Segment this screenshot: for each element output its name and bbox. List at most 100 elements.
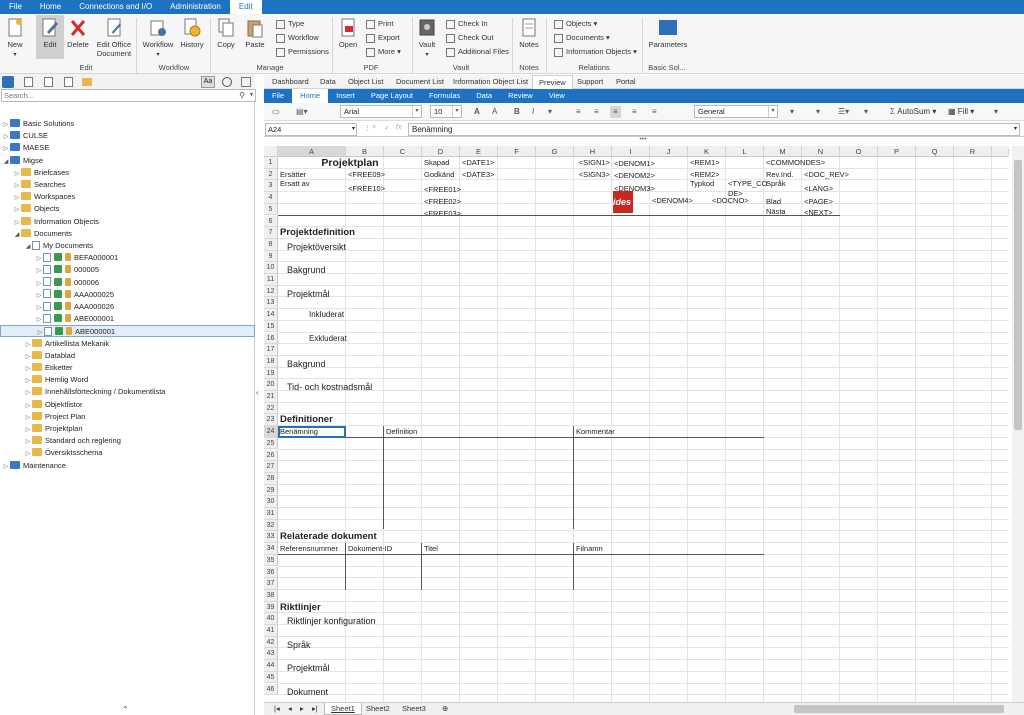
list-icon[interactable] (64, 77, 73, 87)
row-header[interactable]: 12 (264, 285, 278, 298)
row-header[interactable]: 22 (264, 402, 278, 415)
paste-button[interactable]: Paste (242, 18, 268, 49)
expand-arrow-icon[interactable]: ▷ (13, 180, 21, 192)
row-header[interactable]: 26 (264, 449, 278, 462)
expand-arrow-icon[interactable]: ▷ (24, 351, 32, 363)
search-field[interactable]: ⚲ ▾ (1, 89, 256, 102)
row-header[interactable]: 2 (264, 168, 278, 181)
tree-item[interactable]: ▷ Maintenance (0, 460, 255, 472)
column-header[interactable]: Q (916, 146, 954, 157)
formula-expand-icon[interactable]: ▾ (1014, 124, 1017, 135)
match-case-icon[interactable]: Aa (201, 76, 215, 88)
column-header[interactable]: H (574, 146, 612, 157)
ss-tab-view[interactable]: View (541, 89, 573, 103)
active-cell-selection[interactable] (278, 426, 346, 438)
expand-arrow-icon[interactable]: ▷ (35, 302, 43, 314)
decimal-icon[interactable]: ▾ (816, 106, 820, 118)
expand-arrow-icon[interactable]: ▷ (24, 400, 32, 412)
folder-icon[interactable] (82, 78, 92, 86)
tree-item[interactable]: ▷ Standard och reglering (0, 435, 255, 447)
row-header[interactable]: 23 (264, 414, 278, 427)
tree-item[interactable]: ▷ AAA000026 (0, 301, 255, 313)
ss-tab-file[interactable]: File (264, 89, 292, 103)
expand-arrow-icon[interactable]: ▷ (24, 363, 32, 375)
vertical-scroll-thumb[interactable] (1014, 160, 1022, 430)
font-size-select[interactable]: 10 ▾ (430, 105, 462, 118)
fill-button[interactable]: ▦ Fill ▾ (948, 106, 974, 118)
more-toolbar-icon[interactable]: ▾ (994, 106, 998, 118)
size-dropdown-icon[interactable]: ▾ (452, 106, 461, 117)
row-header[interactable]: 13 (264, 297, 278, 310)
sheet-tab-sheet3[interactable]: Sheet3 (396, 703, 432, 715)
type-button[interactable]: Type (276, 17, 304, 30)
row-header[interactable]: 31 (264, 508, 278, 520)
column-header[interactable]: L (726, 146, 764, 157)
tree-item[interactable]: ▷ Översiktsschema (0, 447, 255, 459)
search-dropdown-icon[interactable]: ▾ (250, 91, 253, 98)
horizontal-scroll-thumb[interactable] (794, 705, 1004, 713)
row-header[interactable]: 9 (264, 250, 278, 263)
column-header[interactable]: D (422, 146, 460, 157)
row-header[interactable]: 44 (264, 660, 278, 672)
row-header[interactable]: 46 (264, 683, 278, 696)
autosum-button[interactable]: Σ AutoSum ▾ (890, 106, 936, 118)
print-button[interactable]: Print (366, 17, 393, 30)
new-doc-icon[interactable] (24, 77, 33, 87)
more-button[interactable]: More ▾ (366, 45, 401, 58)
add-sheet-icon[interactable]: ⊕ (436, 703, 454, 715)
tree-item[interactable]: ◢ Migse (0, 155, 255, 167)
collapse-panel-icon[interactable]: ⌃ (122, 705, 129, 714)
expand-arrow-icon[interactable]: ▷ (24, 375, 32, 387)
information-objects-button[interactable]: Information Objects ▾ (554, 45, 637, 58)
tree-item[interactable]: ▷ BEFA000001 (0, 252, 255, 264)
column-header[interactable]: G (536, 146, 574, 157)
expand-arrow-icon[interactable]: ▷ (24, 387, 32, 399)
number-format-dropdown-icon[interactable]: ▾ (790, 106, 794, 118)
formula-input[interactable]: Benämning ▾ (408, 123, 1020, 136)
row-header[interactable]: 16 (264, 332, 278, 345)
row-header[interactable]: 43 (264, 648, 278, 661)
workflow-button[interactable]: Workflow ▾ (141, 18, 175, 60)
function-icon[interactable]: fx (396, 124, 401, 131)
row-header[interactable]: 14 (264, 309, 278, 321)
shrink-font-icon[interactable]: A (492, 106, 497, 118)
expand-arrow-icon[interactable]: ▷ (2, 119, 10, 131)
row-header[interactable]: 21 (264, 391, 278, 403)
check-in-button[interactable]: Check In (446, 17, 488, 30)
row-header[interactable]: 33 (264, 531, 278, 544)
tree-item[interactable]: ▷ Searches (0, 179, 255, 191)
font-family-select[interactable]: Arial ▾ (340, 105, 422, 118)
workflow-small-button[interactable]: Workflow (276, 31, 319, 44)
row-header[interactable]: 10 (264, 262, 278, 274)
ss-tab-page-layout[interactable]: Page Layout (363, 89, 421, 103)
underline-icon[interactable]: ▾ (548, 106, 552, 118)
tab-preview[interactable]: Preview (532, 75, 573, 89)
tab-object-list[interactable]: Object List (342, 75, 389, 89)
search-icon[interactable]: ⚲ (239, 91, 245, 100)
row-header[interactable]: 41 (264, 625, 278, 637)
bold-icon[interactable]: B (514, 106, 520, 118)
history-button[interactable]: History (178, 18, 206, 49)
row-header[interactable]: 45 (264, 671, 278, 684)
row-header[interactable]: 42 (264, 636, 278, 649)
tab-support[interactable]: Support (571, 75, 609, 89)
column-header[interactable]: K (688, 146, 726, 157)
grow-font-icon[interactable]: A (474, 106, 480, 118)
select-all-corner[interactable] (264, 146, 278, 157)
expand-arrow-icon[interactable]: ▷ (35, 265, 43, 277)
row-header[interactable]: 15 (264, 320, 278, 333)
tree-item[interactable]: ▷ AAA000025 (0, 289, 255, 301)
documents-button[interactable]: Documents ▾ (554, 31, 610, 44)
row-header[interactable]: 34 (264, 543, 278, 555)
vault-button[interactable]: Vault ▾ (416, 18, 438, 60)
row-header[interactable]: 7 (264, 227, 278, 239)
align-middle-icon[interactable]: ≡ (594, 106, 599, 118)
spreadsheet-grid[interactable]: ABCDEFGHIJKLMNOPQRS123456789101112131415… (264, 146, 1009, 702)
tab-information-object-list[interactable]: Information Object List (447, 75, 534, 89)
collapse-arrow-icon[interactable]: ◢ (2, 156, 10, 168)
objects-button[interactable]: Objects ▾ (554, 17, 597, 30)
splitter-arrow-icon[interactable]: ‹ (256, 388, 259, 397)
expand-arrow-icon[interactable]: ▷ (13, 192, 21, 204)
column-header[interactable]: M (764, 146, 802, 157)
tree-item[interactable]: ▷ 000005 (0, 264, 255, 276)
